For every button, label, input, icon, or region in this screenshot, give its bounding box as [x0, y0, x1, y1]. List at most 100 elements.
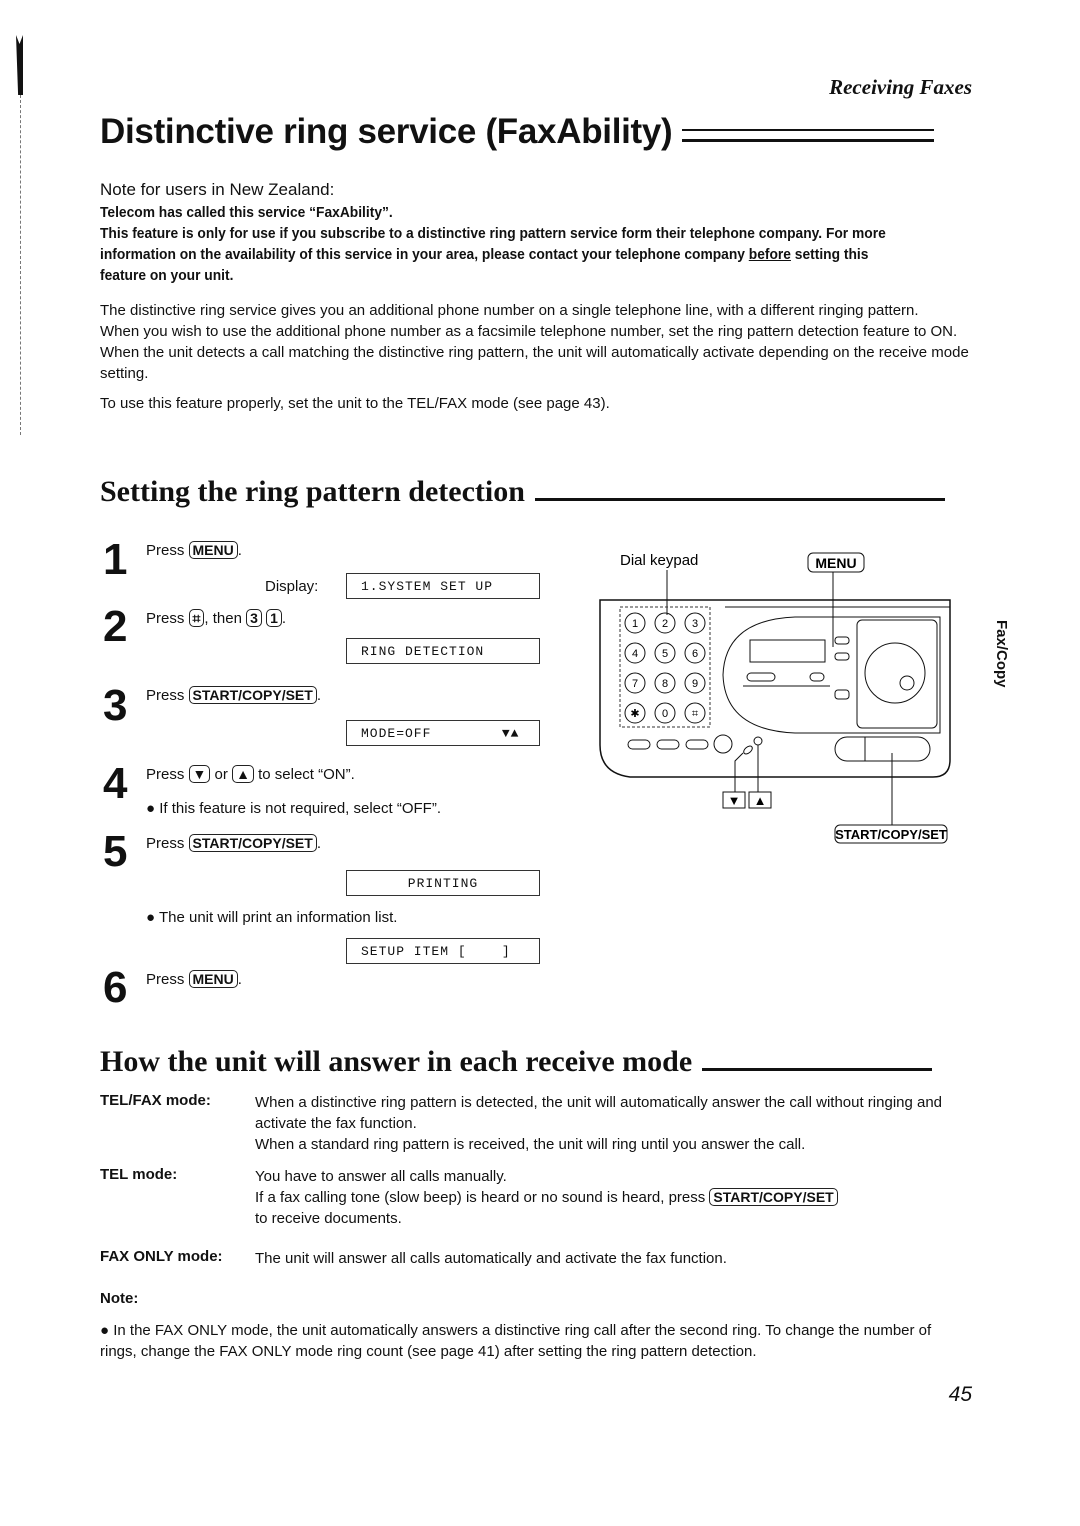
note-label: Note: — [100, 1290, 139, 1307]
intro-paragraph: To use this feature properly, set the un… — [100, 395, 610, 412]
step-2-text: Press ⌗, then 3 1. — [146, 609, 286, 627]
lcd-display: 1.SYSTEM SET UP — [346, 573, 540, 599]
mode-label: FAX ONLY mode: — [100, 1248, 223, 1265]
bullet-text: If this feature is not required, select … — [159, 800, 442, 817]
nz-note-emphasis: before — [748, 246, 791, 263]
digit-key: 1 — [266, 609, 282, 627]
keypad-key-label: 9 — [692, 678, 698, 690]
step-4-bullet: ● If this feature is not required, selec… — [146, 800, 442, 817]
mode-description: You have to answer all calls manually. I… — [255, 1166, 955, 1229]
up-button — [753, 736, 763, 746]
note-text: In the FAX ONLY mode, the unit automatic… — [100, 1322, 932, 1360]
step-3-text: Press START/COPY/SET. — [146, 686, 321, 704]
keypad-key-label: 7 — [632, 678, 638, 690]
setting-heading-text: Setting the ring pattern detection — [100, 475, 525, 508]
step-6-text: Press MENU. — [146, 970, 242, 988]
step-text: or — [214, 766, 228, 783]
mode-label: TEL mode: — [100, 1166, 178, 1183]
leader-line — [734, 752, 744, 792]
nz-note-heading: Note for users in New Zealand: — [100, 180, 335, 199]
keypad-key-label: 5 — [662, 648, 668, 660]
dial-keypad: 1 2 3 4 5 6 7 8 9 ✱ 0 ⌗ — [624, 612, 706, 724]
round-button — [713, 734, 733, 754]
menu-callout-label: MENU — [815, 555, 856, 571]
step-number: 4 — [103, 759, 128, 808]
keypad-key-label: 0 — [662, 708, 668, 720]
title-rule — [682, 129, 935, 142]
panel-button — [834, 689, 850, 700]
step-text: to select “ON”. — [258, 766, 355, 783]
down-arrow-icon: ▼ — [728, 793, 741, 808]
intro-paragraph: The distinctive ring service gives you a… — [100, 302, 919, 319]
mode-description: When a distinctive ring pattern is detec… — [255, 1092, 955, 1155]
panel-outline — [599, 599, 951, 778]
answer-heading-text: How the unit will answer in each receive… — [100, 1045, 693, 1078]
lcd-display: SETUP ITEM [ ] — [346, 938, 540, 964]
keypad-key-label: 2 — [662, 618, 668, 630]
mode-line: When a distinctive ring pattern is detec… — [255, 1094, 943, 1132]
intro-paragraph: When you wish to use the additional phon… — [100, 323, 969, 382]
display-label: Display: — [265, 578, 319, 595]
mode-label: TEL/FAX mode: — [100, 1092, 211, 1109]
page-title-text: Distinctive ring service (FaxAbility) — [100, 112, 673, 151]
page-number: 45 — [948, 1383, 972, 1406]
step-number: 1 — [103, 535, 128, 584]
step-text: . — [237, 542, 242, 559]
section-header: Receiving Faxes — [829, 75, 972, 99]
menu-key: MENU — [188, 970, 238, 988]
digit-key: 3 — [246, 609, 262, 627]
step-text: . — [237, 971, 242, 988]
step-text: Press — [146, 687, 185, 704]
start-copy-set-key: START/COPY/SET — [188, 834, 317, 852]
keypad-key-label: 8 — [662, 678, 668, 690]
binder-mark — [16, 35, 23, 95]
step-text: Press — [146, 542, 185, 559]
panel-button — [809, 672, 825, 682]
panel-button — [834, 636, 850, 645]
fax-panel-illustration: Dial keypad MENU 1 2 3 4 5 6 7 8 9 ✱ 0 ⌗ ▼ ▲ — [599, 552, 951, 844]
lcd-window — [749, 639, 826, 663]
step-number: 5 — [103, 827, 128, 876]
step-text: , then — [204, 610, 242, 627]
step-text: Press — [146, 835, 185, 852]
nz-note-body: Telecom has called this service “FaxAbil… — [100, 202, 891, 286]
function-button — [627, 739, 651, 750]
mode-line: You have to answer all calls manually. — [255, 1168, 507, 1185]
keypad-key-label: ⌗ — [692, 708, 698, 720]
heading-rule — [702, 1068, 933, 1071]
menu-button — [834, 652, 850, 661]
binder-edge-line — [20, 95, 22, 435]
keypad-key-label: ✱ — [630, 708, 639, 720]
function-button — [656, 739, 680, 750]
dial-keypad-label: Dial keypad — [620, 552, 698, 569]
setting-heading: Setting the ring pattern detection — [100, 475, 945, 509]
step-text: . — [281, 610, 287, 627]
menu-key: MENU — [188, 541, 238, 559]
step-number: 2 — [103, 602, 128, 651]
step-text: . — [316, 835, 321, 852]
bullet-text: The unit will print an information list. — [158, 909, 398, 926]
start-copy-set-button — [834, 736, 931, 762]
keypad-key-label: 1 — [632, 618, 638, 630]
step-number: 6 — [103, 963, 128, 1012]
down-key: ▼ — [188, 765, 211, 783]
page-title: Distinctive ring service (FaxAbility) — [100, 112, 935, 152]
knob-indicator — [899, 675, 915, 691]
mode-text: If a fax calling tone (slow beep) is hea… — [255, 1189, 706, 1206]
mode-line: to receive documents. — [255, 1210, 402, 1227]
note-bullet: ● In the FAX ONLY mode, the unit automat… — [100, 1322, 932, 1360]
heading-rule — [534, 498, 945, 501]
step-text: . — [316, 687, 321, 704]
step-1-text: Press MENU. — [146, 541, 242, 559]
answer-heading: How the unit will answer in each receive… — [100, 1045, 933, 1079]
mode-description: The unit will answer all calls automatic… — [255, 1250, 727, 1267]
lcd-display: RING DETECTION — [346, 638, 540, 664]
lcd-display: PRINTING — [346, 870, 540, 896]
step-text: Press — [146, 610, 185, 627]
mode-line: When a standard ring pattern is received… — [255, 1136, 806, 1153]
step-text: Press — [146, 971, 185, 988]
step-number: 3 — [103, 681, 128, 730]
up-arrow-icon: ▲ — [754, 793, 767, 808]
side-tab: Fax/Copy — [993, 620, 1010, 688]
dial-knob — [864, 642, 926, 704]
